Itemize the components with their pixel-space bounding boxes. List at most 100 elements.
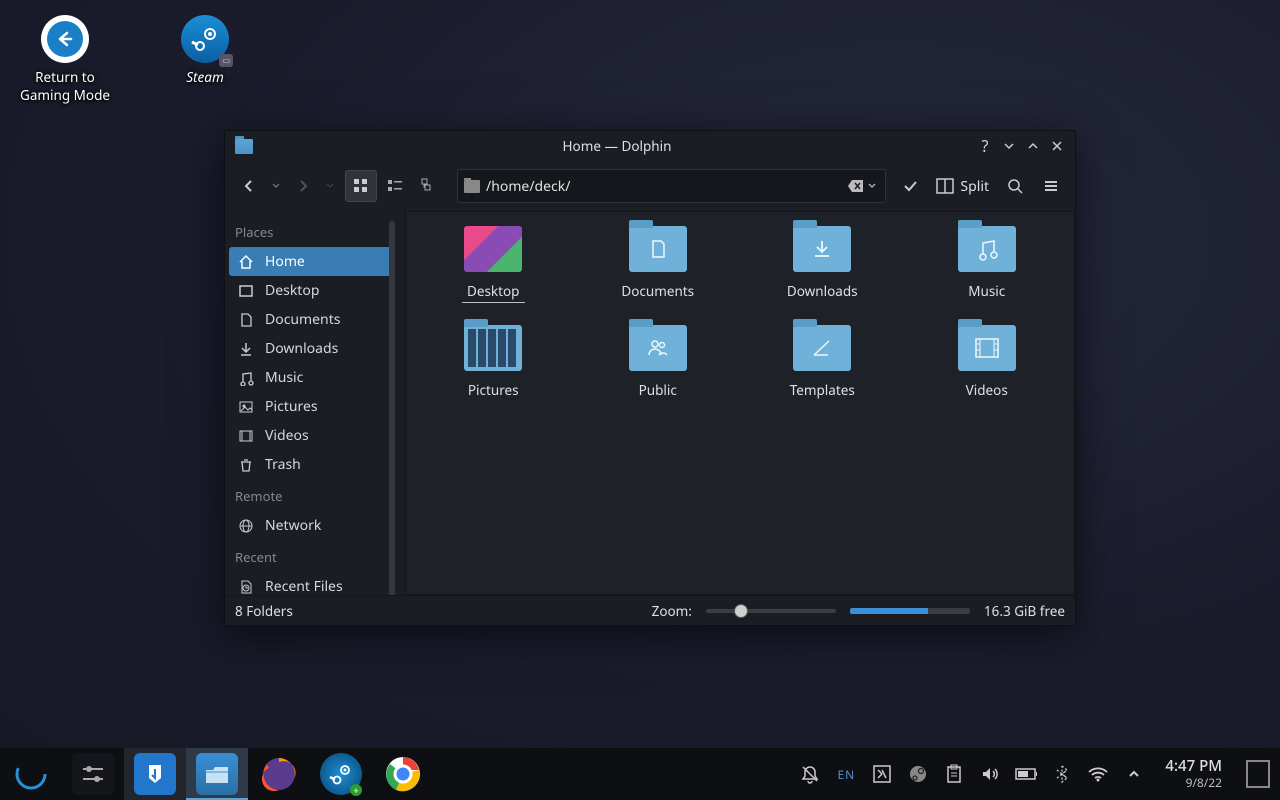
- desktop-icon-steam[interactable]: ▭ Steam: [150, 15, 260, 104]
- folder-label: Downloads: [782, 280, 863, 302]
- folder-icon: [958, 325, 1016, 371]
- downloads-icon: [237, 340, 255, 358]
- hamburger-menu-button[interactable]: [1035, 170, 1067, 202]
- videos-icon: [237, 427, 255, 445]
- discover-icon: [134, 753, 176, 795]
- steam-tray-icon[interactable]: [907, 764, 929, 784]
- sidebar-item-pictures[interactable]: Pictures: [225, 392, 397, 421]
- sidebar-item-label: Recent Files: [265, 577, 343, 595]
- folder-icon: [629, 325, 687, 371]
- sidebar-item-documents[interactable]: Documents: [225, 305, 397, 334]
- add-badge-icon: +: [350, 784, 362, 796]
- bluetooth-icon[interactable]: [1051, 764, 1073, 784]
- clear-path-button[interactable]: [845, 177, 879, 195]
- path-input[interactable]: [486, 177, 845, 196]
- desktop-icon: [237, 282, 255, 300]
- chrome-icon: [382, 753, 424, 795]
- return-icon: [41, 15, 89, 63]
- taskbar-dolphin[interactable]: [186, 748, 248, 800]
- forward-button[interactable]: [287, 170, 319, 202]
- desktop-icon-return-gaming[interactable]: Return to Gaming Mode: [10, 15, 120, 104]
- zoom-slider-knob[interactable]: [734, 604, 748, 618]
- notifications-icon[interactable]: [799, 764, 821, 784]
- location-bar[interactable]: [457, 169, 886, 203]
- steam-icon: ▭: [181, 15, 229, 63]
- home-icon: [237, 253, 255, 271]
- details-view-button[interactable]: [413, 170, 445, 202]
- folder-label: Desktop: [462, 280, 525, 303]
- folder-public[interactable]: Public: [581, 325, 736, 401]
- back-button[interactable]: [233, 170, 265, 202]
- sidebar-scrollbar[interactable]: [389, 221, 395, 595]
- search-button[interactable]: [999, 170, 1031, 202]
- maximize-button[interactable]: [1021, 134, 1045, 158]
- minimize-button[interactable]: [997, 134, 1021, 158]
- tray-expand-icon[interactable]: [1123, 767, 1145, 781]
- confirm-path-button[interactable]: [894, 170, 926, 202]
- taskbar-launcher[interactable]: [0, 748, 62, 800]
- icons-view-button[interactable]: [345, 170, 377, 202]
- folder-label: Public: [634, 379, 682, 401]
- back-history-dropdown[interactable]: [269, 170, 283, 202]
- sidebar-item-recent-files[interactable]: Recent Files: [225, 572, 397, 595]
- desktop-icons: Return to Gaming Mode ▭ Steam: [10, 15, 260, 104]
- sidebar-item-label: Videos: [265, 426, 309, 445]
- taskbar-discover[interactable]: [124, 748, 186, 800]
- firefox-icon: [258, 753, 300, 795]
- clock[interactable]: 4:47 PM 9/8/22: [1159, 758, 1228, 789]
- sidebar-header-places: Places: [225, 215, 397, 247]
- taskbar-firefox[interactable]: [248, 748, 310, 800]
- taskbar-chrome[interactable]: [372, 748, 434, 800]
- chevron-down-icon: [867, 181, 877, 191]
- folder-videos[interactable]: Videos: [910, 325, 1065, 401]
- folder-desktop[interactable]: Desktop: [416, 226, 571, 303]
- taskbar-steam[interactable]: +: [310, 748, 372, 800]
- tray-app-icon[interactable]: [871, 764, 893, 784]
- forward-history-dropdown[interactable]: [323, 170, 337, 202]
- clipboard-icon[interactable]: [943, 764, 965, 784]
- sidebar-item-music[interactable]: Music: [225, 363, 397, 392]
- zoom-slider[interactable]: [706, 609, 836, 613]
- folder-icon: [793, 226, 851, 272]
- sidebar-item-label: Pictures: [265, 397, 318, 416]
- taskbar: + EN 4:47 PM 9/8/22: [0, 748, 1280, 800]
- compact-view-button[interactable]: [379, 170, 411, 202]
- folder-music[interactable]: Music: [910, 226, 1065, 303]
- folder-templates[interactable]: Templates: [745, 325, 900, 401]
- file-view[interactable]: Desktop Documents Downloads Music Pictur…: [405, 211, 1075, 595]
- wifi-icon[interactable]: [1087, 765, 1109, 783]
- folder-documents[interactable]: Documents: [581, 226, 736, 303]
- sidebar-header-recent: Recent: [225, 540, 397, 572]
- backspace-icon: [847, 179, 865, 193]
- steam-badge-icon: ▭: [219, 54, 233, 67]
- battery-icon[interactable]: [1015, 767, 1037, 781]
- folder-icon: [793, 325, 851, 371]
- keyboard-layout-indicator[interactable]: EN: [835, 766, 857, 783]
- recent-files-icon: [237, 578, 255, 596]
- sidebar-item-downloads[interactable]: Downloads: [225, 334, 397, 363]
- titlebar[interactable]: Home — Dolphin ?: [225, 131, 1075, 161]
- folder-downloads[interactable]: Downloads: [745, 226, 900, 303]
- close-button[interactable]: [1045, 134, 1069, 158]
- sidebar-item-home[interactable]: Home: [229, 247, 393, 276]
- help-button[interactable]: ?: [973, 134, 997, 158]
- desktop-icon-label: Return to Gaming Mode: [20, 69, 110, 104]
- music-icon: [237, 369, 255, 387]
- show-desktop-button[interactable]: [1246, 760, 1270, 788]
- split-icon: [936, 178, 954, 194]
- sidebar-item-network[interactable]: Network: [225, 511, 397, 540]
- sidebar-item-trash[interactable]: Trash: [225, 450, 397, 479]
- split-view-button[interactable]: Split: [930, 170, 995, 202]
- volume-icon[interactable]: [979, 764, 1001, 784]
- trash-icon: [237, 456, 255, 474]
- sidebar-item-videos[interactable]: Videos: [225, 421, 397, 450]
- folder-label: Templates: [785, 379, 860, 401]
- folder-icon: [464, 180, 480, 193]
- folder-pictures[interactable]: Pictures: [416, 325, 571, 401]
- sidebar-header-remote: Remote: [225, 479, 397, 511]
- dolphin-titlebar-icon: [235, 139, 253, 154]
- steamos-icon: [14, 757, 48, 791]
- dolphin-window: Home — Dolphin ? Split: [224, 130, 1076, 626]
- sidebar-item-desktop[interactable]: Desktop: [225, 276, 397, 305]
- taskbar-settings[interactable]: [62, 748, 124, 800]
